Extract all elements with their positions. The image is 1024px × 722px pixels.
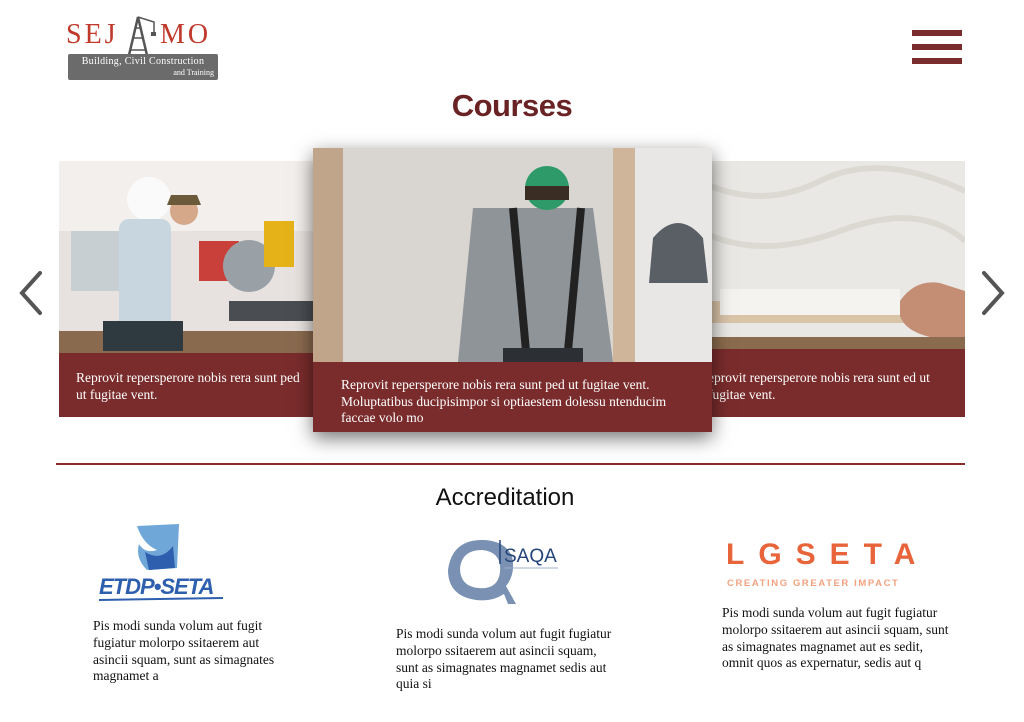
- svg-text:SEJ: SEJ: [66, 19, 119, 50]
- logo-tagline: Building, Civil Construction and Trainin…: [68, 54, 218, 80]
- chevron-left-icon[interactable]: [16, 270, 46, 316]
- courses-title: Courses: [451, 88, 573, 123]
- saqa-logo-text: SAQA: [504, 546, 557, 567]
- course-caption-2: Reprovit repersperore nobis rera sunt pe…: [341, 377, 667, 425]
- hamburger-menu-icon[interactable]: [912, 30, 962, 64]
- etdp-seta-logo-text: ETDP•SETA: [99, 574, 214, 599]
- svg-text:MO: MO: [160, 19, 211, 50]
- course-card-1[interactable]: Reprovit repersperore nobis rera sunt pe…: [59, 161, 317, 417]
- accreditation-desc-lgseta: Pis modi sunda volum aut fugit fugiatur …: [722, 605, 949, 671]
- logo-tagline-line2: and Training: [173, 68, 214, 77]
- course-card-3[interactable]: eprovit repersperore nobis rera sunt ed …: [700, 161, 965, 417]
- course-photo-1: [59, 161, 317, 353]
- section-divider: [56, 463, 965, 465]
- accreditation-title: Accreditation: [435, 484, 575, 511]
- accreditation-item-etdp-seta[interactable]: ETDP•SETA Pis modi sunda volum aut fugit…: [93, 522, 293, 692]
- accreditation-item-saqa[interactable]: SAQA Pis modi sunda volum aut fugit fugi…: [396, 532, 616, 702]
- logo[interactable]: SEJ MO Building, Civil Construction and …: [66, 14, 218, 80]
- accreditation-desc-etdp-seta: Pis modi sunda volum aut fugit fugiatur …: [93, 618, 275, 684]
- lgseta-logo-subtext: CREATING GREATER IMPACT: [727, 578, 899, 589]
- lgseta-logo-text: LGSETA: [726, 538, 928, 571]
- accreditation-desc-saqa: Pis modi sunda volum aut fugit fugiatur …: [396, 626, 612, 692]
- etdp-seta-logo: ETDP•SETA: [98, 524, 224, 601]
- chevron-right-icon[interactable]: [978, 270, 1008, 316]
- course-photo-3: [700, 161, 965, 349]
- saqa-logo: SAQA: [448, 540, 558, 604]
- logo-tagline-line1: Building, Civil Construction: [81, 56, 205, 67]
- course-photo-2: [313, 148, 712, 362]
- accreditation-item-lgseta[interactable]: LGSETA CREATING GREATER IMPACT Pis modi …: [722, 532, 952, 702]
- course-card-2[interactable]: Reprovit repersperore nobis rera sunt pe…: [313, 148, 712, 432]
- lgseta-logo: LGSETA CREATING GREATER IMPACT: [726, 538, 928, 589]
- course-caption-3: eprovit repersperore nobis rera sunt ed …: [708, 370, 930, 402]
- course-caption-1: Reprovit repersperore nobis rera sunt pe…: [76, 370, 300, 402]
